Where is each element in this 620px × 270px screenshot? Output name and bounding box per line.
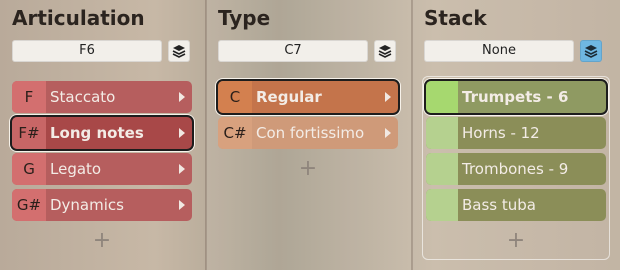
stack-label: Bass tuba: [462, 196, 536, 214]
stack-color: [426, 81, 458, 113]
stack-column: Stack None Trumpets - 6 Horns - 12 Tromb…: [412, 0, 620, 270]
articulation-item-dynamics[interactable]: G# Dynamics: [12, 189, 192, 221]
stack-label: Horns - 12: [462, 124, 540, 142]
stack-layers-icon: [584, 45, 598, 58]
articulation-key: G#: [12, 189, 46, 221]
articulation-key: F#: [12, 117, 46, 149]
type-item-con-fortissimo[interactable]: C# Con fortissimo: [218, 117, 398, 149]
type-key: C#: [218, 117, 252, 149]
articulation-label: Staccato: [50, 88, 116, 106]
chevron-right-icon: [176, 91, 188, 103]
stack-item-horns[interactable]: Horns - 12: [426, 117, 606, 149]
articulation-key: F: [12, 81, 46, 113]
articulation-field[interactable]: F6: [12, 40, 162, 62]
articulation-title: Articulation: [12, 6, 145, 30]
stack-item-trumpets[interactable]: Trumpets - 6: [426, 81, 606, 113]
stack-field[interactable]: None: [424, 40, 574, 62]
stack-color: [426, 189, 458, 221]
type-item-regular[interactable]: C Regular: [218, 81, 398, 113]
type-column: Type C7 C Regular C# Con fortissimo +: [206, 0, 412, 270]
type-label: Con fortissimo: [256, 124, 365, 142]
chevron-right-icon: [176, 163, 188, 175]
stack-item-trombones[interactable]: Trombones - 9: [426, 153, 606, 185]
stack-item-bass-tuba[interactable]: Bass tuba: [426, 189, 606, 221]
articulation-item-long-notes[interactable]: F# Long notes: [12, 117, 192, 149]
type-add-button[interactable]: +: [298, 156, 318, 181]
type-title: Type: [218, 6, 271, 30]
stack-label: Trombones - 9: [462, 160, 569, 178]
type-stack-button[interactable]: [374, 40, 396, 62]
articulation-label: Long notes: [50, 124, 144, 142]
chevron-right-icon: [382, 127, 394, 139]
stack-add-button[interactable]: +: [506, 228, 526, 253]
type-label: Regular: [256, 88, 322, 106]
articulation-key: G: [12, 153, 46, 185]
stack-color: [426, 117, 458, 149]
type-field[interactable]: C7: [218, 40, 368, 62]
articulation-stack-button[interactable]: [168, 40, 190, 62]
stack-title: Stack: [424, 6, 487, 30]
articulation-item-staccato[interactable]: F Staccato: [12, 81, 192, 113]
articulation-label: Dynamics: [50, 196, 124, 214]
stack-label: Trumpets - 6: [462, 88, 569, 106]
articulation-column: Articulation F6 F Staccato F# Long notes…: [0, 0, 206, 270]
type-key: C: [218, 81, 252, 113]
chevron-right-icon: [176, 127, 188, 139]
chevron-right-icon: [382, 91, 394, 103]
articulation-label: Legato: [50, 160, 102, 178]
stack-color: [426, 153, 458, 185]
chevron-right-icon: [176, 199, 188, 211]
articulation-add-button[interactable]: +: [92, 228, 112, 253]
stack-stack-button[interactable]: [580, 40, 602, 62]
stack-layers-icon: [172, 45, 186, 58]
articulation-item-legato[interactable]: G Legato: [12, 153, 192, 185]
stack-layers-icon: [378, 45, 392, 58]
